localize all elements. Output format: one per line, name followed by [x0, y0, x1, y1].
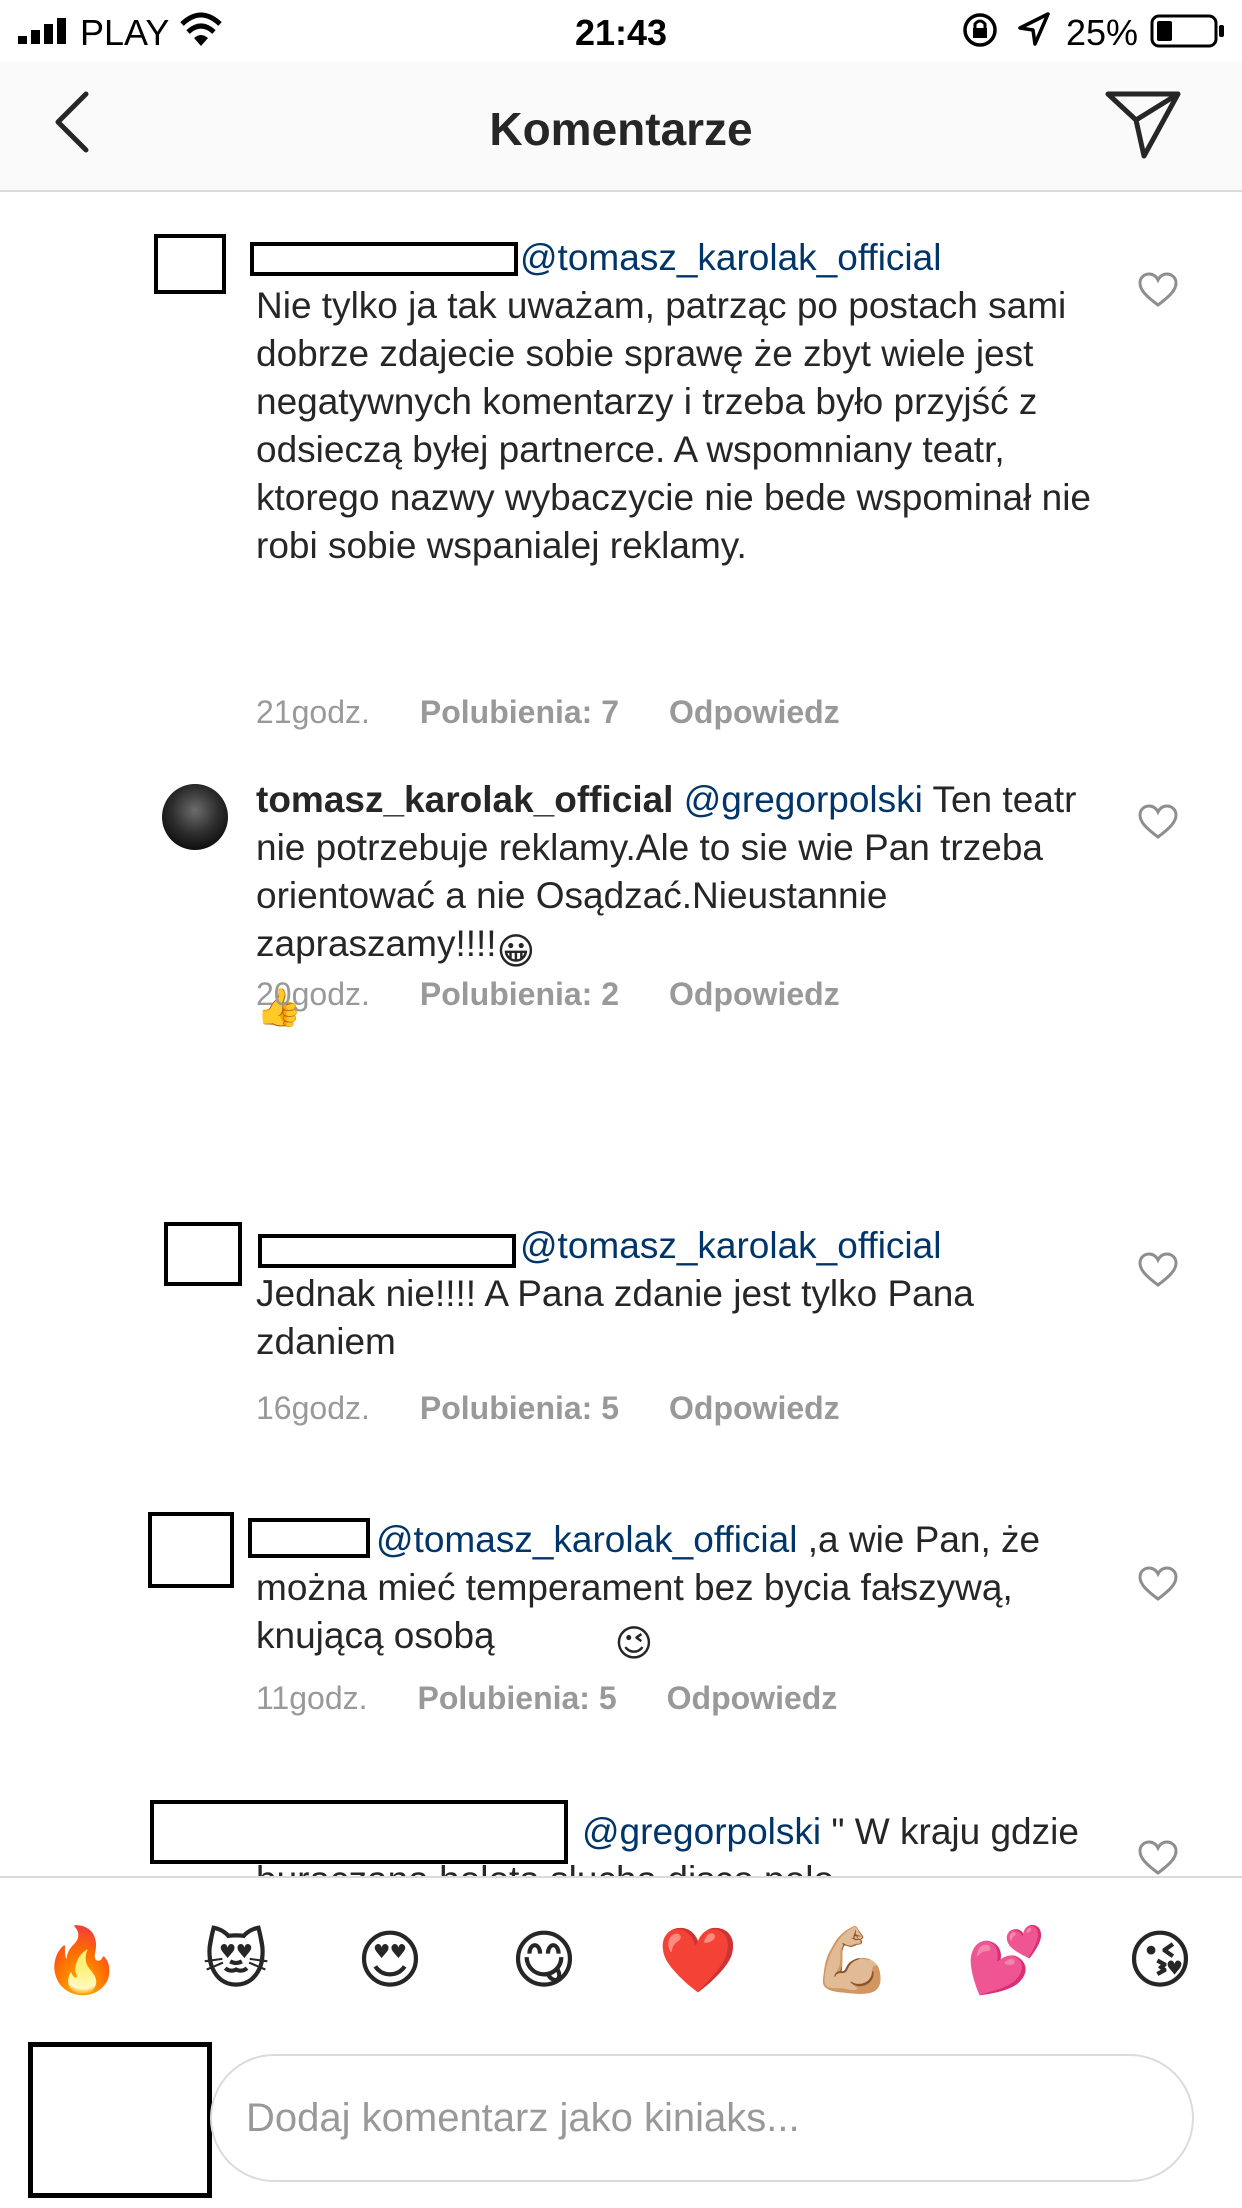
reply-button[interactable]: Odpowiedz: [667, 1680, 838, 1717]
comment-time: 16godz.: [256, 1390, 370, 1426]
comment-body: @tomasz_karolak_official: [256, 1222, 1096, 1270]
comment-meta: 21godz. Polubienia: 7 Odpowiedz: [256, 694, 840, 731]
heart-outline-icon[interactable]: [1138, 1252, 1178, 1288]
fire-emoji[interactable]: 🔥: [42, 1920, 122, 2000]
likes-count[interactable]: Polubienia: 2: [420, 976, 619, 1013]
comments-list[interactable]: @tomasz_karolak_official Nie tylko ja ta…: [0, 194, 1242, 1876]
comment-body: @gregorpolski " W kraju gdzie buraczana …: [256, 1808, 1096, 1876]
comment-meta: 11godz. Polubienia: 5 Odpowiedz: [256, 1680, 837, 1717]
reply-button[interactable]: Odpowiedz: [669, 1390, 840, 1427]
avatar[interactable]: [164, 1222, 242, 1286]
comment-username[interactable]: tomasz_karolak_official: [256, 779, 673, 820]
heart-outline-icon[interactable]: [1138, 1566, 1178, 1602]
avatar[interactable]: [154, 234, 226, 294]
kissing-heart-emoji[interactable]: 😘: [1120, 1920, 1200, 2000]
likes-count[interactable]: Polubienia: 5: [420, 1390, 619, 1427]
comment-mention[interactable]: @tomasz_karolak_official: [520, 1225, 941, 1266]
reply-button[interactable]: Odpowiedz: [669, 976, 840, 1013]
heart-outline-icon[interactable]: [1138, 272, 1178, 308]
likes-count[interactable]: Polubienia: 7: [420, 694, 619, 731]
heart-outline-icon[interactable]: [1138, 1840, 1178, 1876]
red-heart-emoji[interactable]: ❤️: [658, 1920, 738, 2000]
reply-button[interactable]: Odpowiedz: [669, 694, 840, 731]
battery-icon: [1150, 14, 1224, 48]
heart-outline-icon[interactable]: [1138, 804, 1178, 840]
status-bar: PLAY 21:43 25%: [0, 0, 1242, 62]
orientation-lock-icon: [963, 13, 997, 47]
comment-text: Nie tylko ja tak uważam, patrząc po post…: [256, 285, 1091, 566]
comment-mention[interactable]: @tomasz_karolak_official: [376, 1519, 797, 1560]
comment-time: 20godz.: [256, 976, 370, 1012]
comment-input-bar: [0, 2038, 1242, 2208]
flexed-biceps-emoji[interactable]: 💪🏼: [812, 1920, 892, 2000]
likes-count[interactable]: Polubienia: 5: [418, 1680, 617, 1717]
comment-mention[interactable]: @gregorpolski: [582, 1811, 821, 1852]
comment-meta: 20godz. Polubienia: 2 Odpowiedz: [256, 976, 840, 1013]
battery-percent: 25%: [1066, 12, 1139, 53]
clock: 21:43: [574, 12, 668, 53]
comment-mention[interactable]: @gregorpolski: [684, 779, 923, 820]
yum-emoji[interactable]: 😋: [504, 1920, 584, 2000]
page-title: Komentarze: [489, 103, 753, 155]
winking-face-emoji: 😉: [614, 1623, 654, 1664]
comment-time: 21godz.: [256, 694, 370, 730]
avatar[interactable]: [162, 784, 228, 850]
comment-body: @tomasz_karolak_official: [256, 234, 1096, 282]
two-hearts-emoji[interactable]: 💕: [966, 1920, 1046, 2000]
direct-share-icon[interactable]: [1104, 88, 1182, 160]
comment-mention[interactable]: @tomasz_karolak_official: [520, 237, 941, 278]
heart-eyes-cat-emoji[interactable]: 😻: [196, 1920, 276, 2000]
comment-time: 11godz.: [256, 1680, 368, 1716]
location-arrow-icon: [1018, 12, 1050, 46]
comment-input[interactable]: [210, 2054, 1194, 2182]
comment-body: @tomasz_karolak_official ,a wie Pan, że …: [256, 1516, 1096, 1668]
avatar[interactable]: [148, 1512, 234, 1588]
emoji-reaction-bar: 🔥 😻 😍 😋 ❤️ 💪🏼 💕 😘: [0, 1876, 1242, 2038]
comment-text: Jednak nie!!!! A Pana zdanie jest tylko …: [256, 1273, 974, 1362]
comment-meta: 16godz. Polubienia: 5 Odpowiedz: [256, 1390, 840, 1427]
heart-eyes-emoji[interactable]: 😍: [350, 1920, 430, 2000]
avatar: [28, 2042, 212, 2198]
nav-bar: Komentarze: [0, 62, 1242, 192]
grinning-face-emoji: 😀: [496, 931, 536, 972]
